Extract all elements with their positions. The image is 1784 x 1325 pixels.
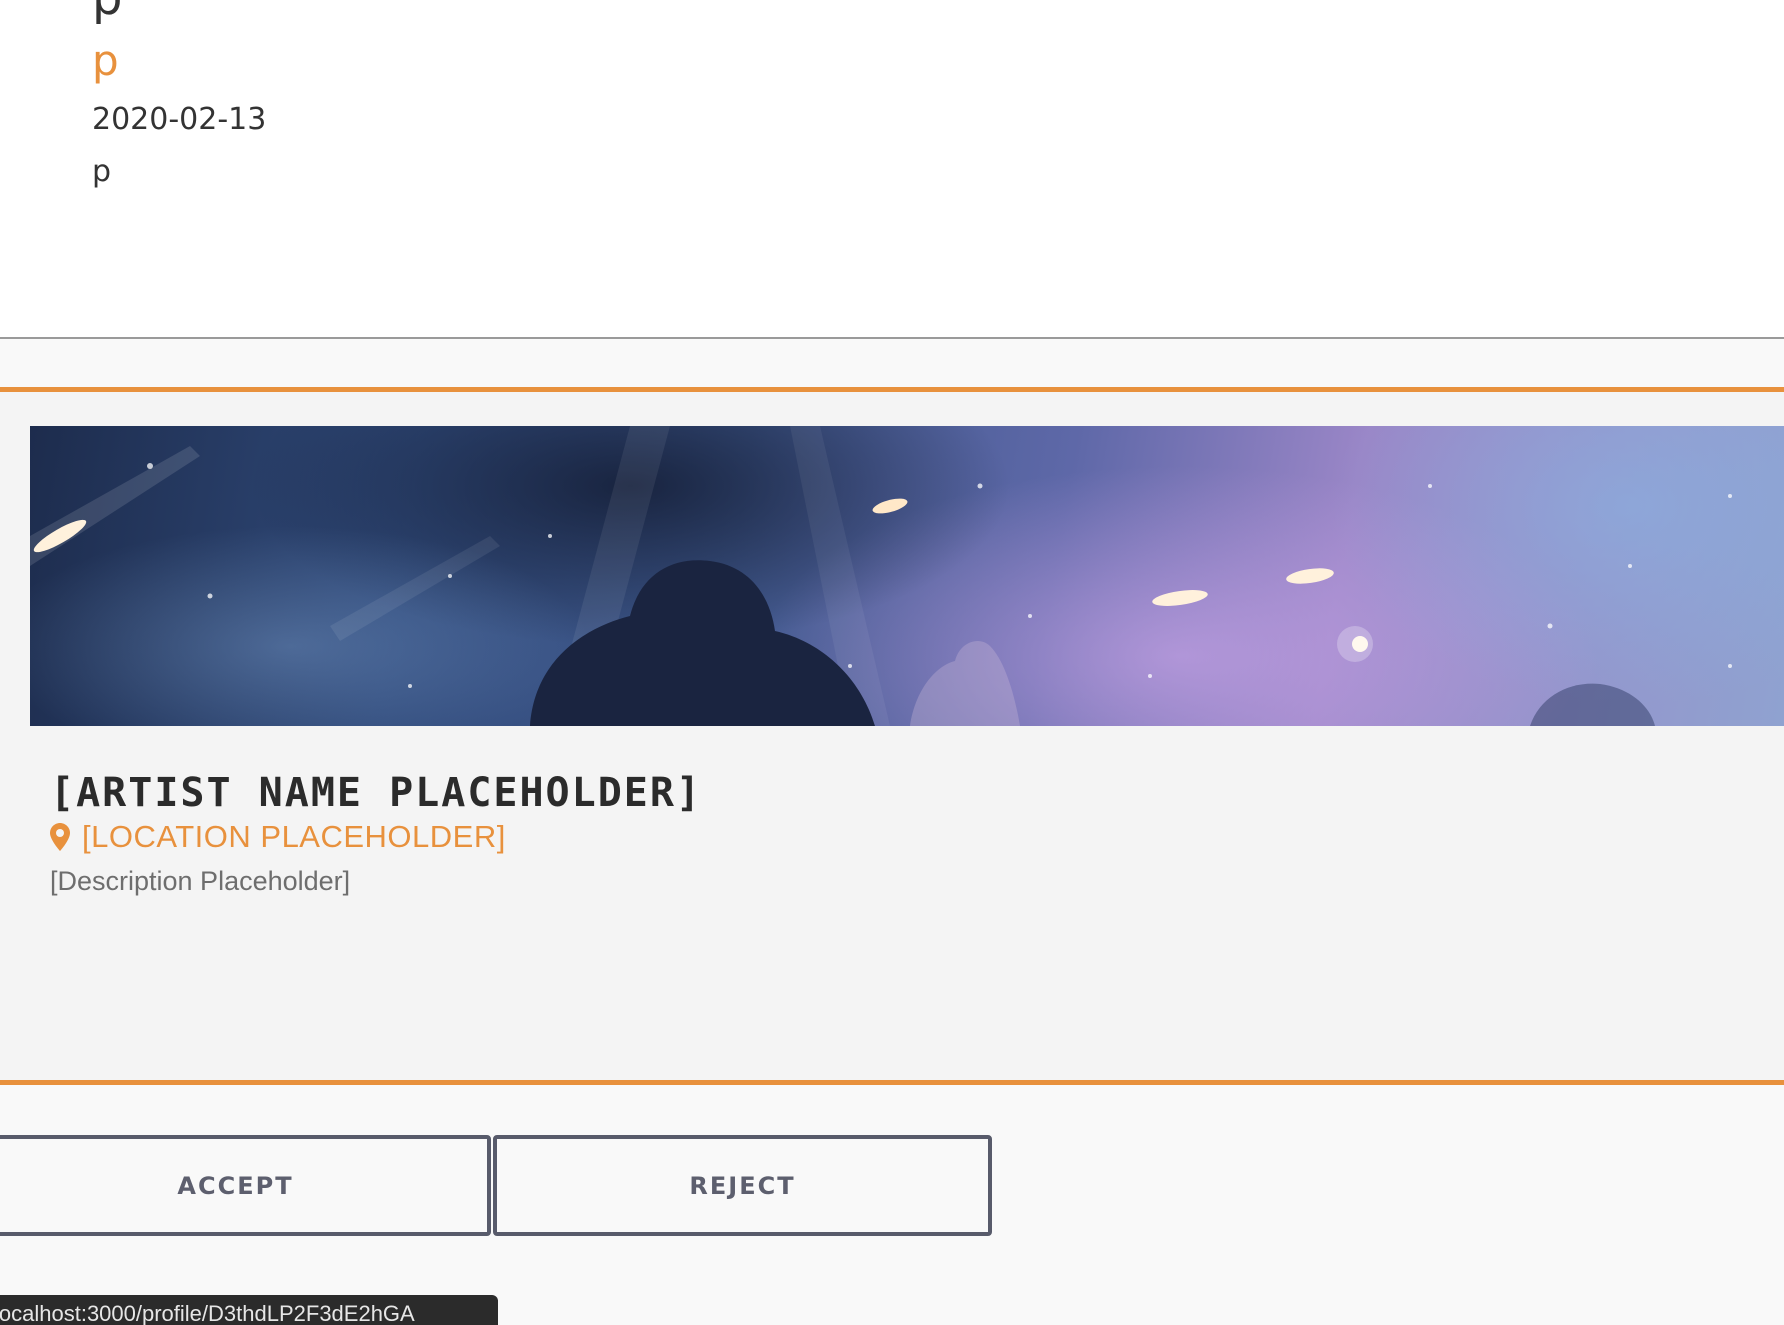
accept-button[interactable]: ACCEPT bbox=[0, 1135, 491, 1236]
reject-button[interactable]: REJECT bbox=[493, 1135, 992, 1236]
item-subtitle: p bbox=[92, 36, 119, 85]
artist-location: [LOCATION PLACEHOLDER] bbox=[50, 817, 506, 857]
previous-item-panel: p p 2020-02-13 p bbox=[0, 0, 1784, 339]
artist-location-label: [LOCATION PLACEHOLDER] bbox=[82, 819, 506, 854]
status-url-text: localhost:3000/profile/D3thdLP2F3dE2hGA bbox=[0, 1301, 415, 1325]
artist-name: [ARTIST NAME PLACEHOLDER] bbox=[50, 770, 703, 816]
item-title: p bbox=[92, 0, 122, 22]
artist-card: [ARTIST NAME PLACEHOLDER] [LOCATION PLAC… bbox=[0, 387, 1784, 1085]
item-body: p bbox=[92, 154, 112, 189]
artist-description: [Description Placeholder] bbox=[50, 866, 351, 896]
artist-banner-image bbox=[30, 426, 1784, 726]
concert-photo-illustration bbox=[30, 426, 1784, 726]
item-date: 2020-02-13 bbox=[92, 102, 267, 137]
status-url-tooltip: localhost:3000/profile/D3thdLP2F3dE2hGA bbox=[0, 1295, 498, 1325]
map-pin-icon bbox=[50, 823, 70, 851]
